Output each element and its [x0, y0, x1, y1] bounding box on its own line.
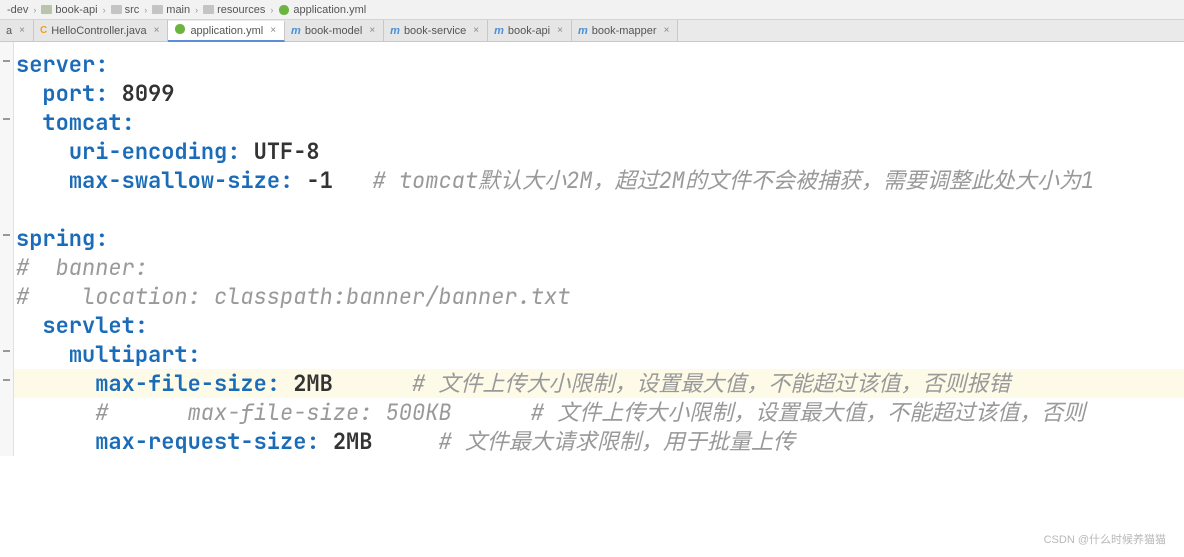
breadcrumb-item[interactable]: -dev [4, 4, 31, 16]
tab-book-model[interactable]: m book-model × [285, 20, 384, 41]
code-line: max-swallow-size: -1 # tomcat默认大小2M，超过2M… [16, 166, 1184, 195]
breadcrumb-item[interactable]: main [149, 4, 193, 16]
code-line: uri-encoding: UTF-8 [16, 137, 1184, 166]
chevron-right-icon: › [144, 5, 147, 15]
close-icon[interactable]: × [154, 25, 160, 36]
folder-icon [41, 5, 52, 14]
fold-handle[interactable] [2, 230, 11, 239]
chevron-right-icon: › [195, 5, 198, 15]
code-line: servlet: [16, 311, 1184, 340]
module-icon: m [494, 25, 504, 37]
code-line: port: 8099 [16, 79, 1184, 108]
code-line: max-request-size: 2MB # 文件最大请求限制，用于批量上传 [16, 427, 1184, 456]
close-icon[interactable]: × [557, 25, 563, 36]
fold-handle[interactable] [2, 56, 11, 65]
close-icon[interactable]: × [369, 25, 375, 36]
breadcrumb-item[interactable]: book-api [38, 4, 100, 16]
close-icon[interactable]: × [270, 25, 276, 36]
code-line: # location: classpath:banner/banner.txt [16, 282, 1184, 311]
code-editor[interactable]: server: port: 8099 tomcat: uri-encoding:… [0, 42, 1184, 456]
java-icon: C [40, 25, 47, 36]
close-icon[interactable]: × [473, 25, 479, 36]
folder-icon [111, 5, 122, 14]
spring-leaf-icon [174, 23, 186, 38]
module-icon: m [390, 25, 400, 37]
watermark: CSDN @什么时候养猫猫 [1044, 531, 1166, 547]
tab-book-mapper[interactable]: m book-mapper × [572, 20, 678, 41]
fold-handle[interactable] [2, 114, 11, 123]
tab-a[interactable]: a × [0, 20, 34, 41]
code-line: # banner: [16, 253, 1184, 282]
folder-icon [152, 5, 163, 14]
tab-application-yml[interactable]: application.yml × [168, 21, 285, 42]
fold-handle[interactable] [2, 346, 11, 355]
chevron-right-icon: › [270, 5, 273, 15]
tab-hello-controller[interactable]: C HelloController.java × [34, 20, 168, 41]
code-line: server: [16, 50, 1184, 79]
folder-icon [203, 5, 214, 14]
code-line [16, 195, 1184, 224]
close-icon[interactable]: × [19, 25, 25, 36]
breadcrumb-item[interactable]: resources [200, 4, 268, 16]
fold-handle[interactable] [2, 375, 11, 384]
chevron-right-icon: › [33, 5, 36, 15]
breadcrumb-item[interactable]: src [108, 4, 143, 16]
tab-book-service[interactable]: m book-service × [384, 20, 488, 41]
module-icon: m [578, 25, 588, 37]
breadcrumb: -dev › book-api › src › main › resources… [0, 0, 1184, 20]
module-icon: m [291, 25, 301, 37]
breadcrumb-item[interactable]: application.yml [275, 4, 369, 16]
gutter [0, 42, 14, 456]
editor-tabs: a × C HelloController.java × application… [0, 20, 1184, 42]
code-line: multipart: [16, 340, 1184, 369]
chevron-right-icon: › [103, 5, 106, 15]
code-line: # max-file-size: 500KB # 文件上传大小限制，设置最大值，… [16, 398, 1184, 427]
close-icon[interactable]: × [664, 25, 670, 36]
spring-leaf-icon [278, 4, 290, 16]
code-line: spring: [16, 224, 1184, 253]
tab-book-api[interactable]: m book-api × [488, 20, 572, 41]
code-line: tomcat: [16, 108, 1184, 137]
code-line-highlighted: max-file-size: 2MB # 文件上传大小限制，设置最大值，不能超过… [0, 369, 1184, 398]
